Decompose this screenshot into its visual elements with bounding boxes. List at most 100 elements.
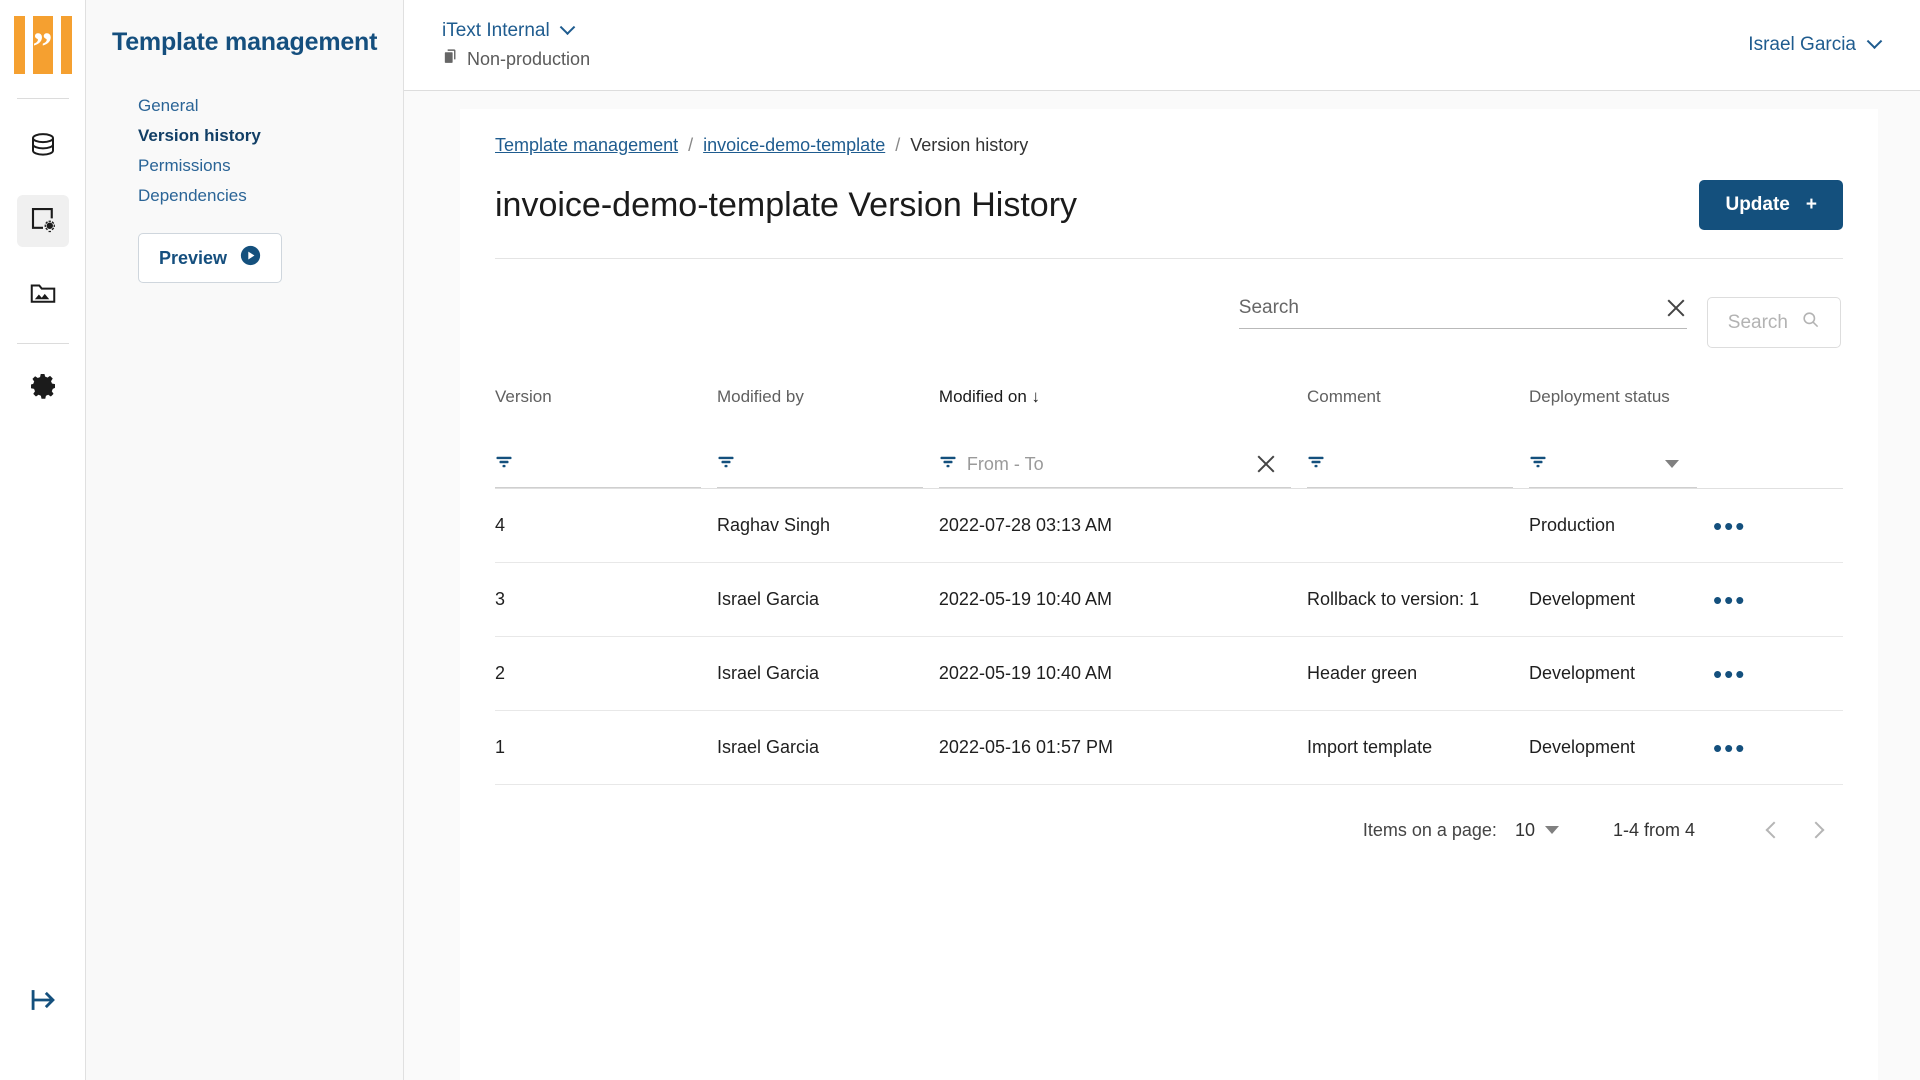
column-header-actions	[1713, 386, 1843, 441]
filter-cell-comment	[1307, 441, 1529, 489]
logo-quote-glyph: ”	[32, 24, 53, 69]
filter-cell-deployment-status	[1528, 441, 1713, 489]
preview-button[interactable]: Preview	[138, 233, 283, 283]
app-logo[interactable]: ”	[13, 16, 72, 74]
sidebar-nav: General Version history Permissions Depe…	[86, 91, 403, 211]
date-range-input[interactable]	[966, 453, 1245, 475]
column-header-deployment-status[interactable]: Deployment status	[1529, 386, 1713, 441]
filter-icon[interactable]	[1307, 453, 1325, 476]
table-body: 4 Raghav Singh 2022-07-28 03:13 AM Produ…	[495, 488, 1843, 785]
filter-cell-modified-by	[716, 441, 939, 489]
row-actions-menu[interactable]: •••	[1713, 562, 1843, 637]
column-header-comment[interactable]: Comment	[1307, 386, 1529, 441]
table-row[interactable]: 2 Israel Garcia 2022-05-19 10:40 AM Head…	[495, 636, 1843, 711]
environment-label: Non-production	[467, 48, 591, 69]
filter-icon[interactable]	[939, 453, 957, 476]
cell-modified-by: Israel Garcia	[716, 636, 939, 711]
main-area: iText Internal Non-production Israel Gar…	[404, 0, 1920, 1080]
rail-icon-list	[16, 121, 69, 321]
template-settings-icon	[28, 204, 58, 239]
clear-date-filter-icon[interactable]	[1255, 453, 1273, 475]
cell-comment	[1307, 488, 1529, 563]
cell-modified-by: Israel Garcia	[716, 562, 939, 637]
breadcrumb-link-template[interactable]: invoice-demo-template	[703, 135, 885, 156]
version-history-table: Version Modified by Modified on ↓ Commen…	[495, 386, 1843, 785]
search-button-label: Search	[1727, 311, 1788, 333]
cell-comment: Import template	[1307, 710, 1529, 785]
chevron-left-icon	[1765, 821, 1783, 839]
row-actions-menu[interactable]: •••	[1713, 488, 1843, 563]
content-region: Template management / invoice-demo-templ…	[404, 91, 1920, 1080]
search-row: Search	[495, 297, 1843, 348]
column-header-version[interactable]: Version	[495, 386, 717, 441]
tenant-selector[interactable]: iText Internal	[442, 18, 590, 42]
page-size-value: 10	[1514, 819, 1535, 840]
search-input[interactable]	[1238, 297, 1665, 319]
rail-divider-top	[16, 98, 69, 99]
cell-version: 1	[495, 710, 717, 785]
cell-modified-by: Israel Garcia	[716, 710, 939, 785]
update-button[interactable]: Update +	[1699, 180, 1843, 230]
clear-search-icon[interactable]	[1665, 297, 1687, 319]
status-dropdown-caret-icon[interactable]	[1665, 460, 1680, 468]
page-size-select[interactable]: 10	[1515, 820, 1559, 841]
cell-comment: Rollback to version: 1	[1307, 562, 1529, 637]
breadcrumb-link-template-management[interactable]: Template management	[495, 135, 678, 156]
preview-button-label: Preview	[159, 247, 228, 268]
next-page-button[interactable]	[1795, 809, 1837, 851]
cell-deployment-status: Development	[1528, 636, 1714, 711]
column-header-modified-on-label: Modified on	[938, 387, 1027, 406]
rail-item-database[interactable]	[17, 121, 69, 173]
cell-modified-on: 2022-05-19 10:40 AM	[938, 562, 1308, 637]
rail-item-assets[interactable]	[17, 269, 69, 321]
top-bar: iText Internal Non-production Israel Gar…	[404, 0, 1920, 91]
copy-pages-icon	[442, 48, 459, 70]
column-header-modified-on[interactable]: Modified on ↓	[939, 386, 1307, 441]
content-card: Template management / invoice-demo-templ…	[460, 109, 1878, 1080]
filter-icon[interactable]	[495, 453, 513, 476]
sidebar-item-version-history[interactable]: Version history	[138, 121, 403, 151]
search-icon	[1801, 310, 1820, 335]
sidebar-item-general[interactable]: General	[138, 91, 403, 121]
search-button[interactable]: Search	[1706, 297, 1841, 348]
cell-version: 3	[495, 562, 717, 637]
filter-cell-version	[495, 441, 717, 489]
play-circle-icon	[240, 245, 261, 271]
column-header-modified-by[interactable]: Modified by	[717, 386, 939, 441]
table-filter-row	[495, 441, 1843, 489]
cell-deployment-status: Development	[1528, 710, 1714, 785]
table-row[interactable]: 4 Raghav Singh 2022-07-28 03:13 AM Produ…	[495, 488, 1843, 563]
chevron-down-icon	[1544, 826, 1559, 834]
pagination-range: 1-4 from 4	[1612, 819, 1695, 840]
rail-expand-button[interactable]	[0, 983, 85, 1022]
filter-icon[interactable]	[717, 453, 735, 476]
pagination: Items on a page: 10 1-4 from 4	[495, 809, 1843, 851]
table-row[interactable]: 3 Israel Garcia 2022-05-19 10:40 AM Roll…	[495, 562, 1843, 637]
filter-cell-actions	[1713, 441, 1843, 489]
row-actions-menu[interactable]: •••	[1713, 636, 1843, 711]
page-title: invoice-demo-template Version History	[495, 185, 1078, 224]
items-per-page-label: Items on a page:	[1362, 819, 1497, 840]
environment-indicator: Non-production	[442, 48, 590, 70]
rail-divider-bottom	[16, 343, 69, 344]
template-sidebar: Template management General Version hist…	[86, 0, 404, 1080]
expand-sidebar-icon	[26, 983, 60, 1022]
cell-modified-by: Raghav Singh	[716, 488, 939, 563]
chevron-right-icon	[1807, 821, 1825, 839]
rail-item-templates[interactable]	[16, 195, 69, 247]
user-menu[interactable]: Israel Garcia	[1748, 32, 1883, 56]
sort-descending-icon: ↓	[1031, 387, 1041, 406]
breadcrumb-separator: /	[688, 135, 694, 155]
chevron-down-icon	[1866, 32, 1883, 49]
previous-page-button[interactable]	[1753, 809, 1795, 851]
sidebar-item-dependencies[interactable]: Dependencies	[138, 181, 403, 211]
table-header-row: Version Modified by Modified on ↓ Commen…	[495, 386, 1843, 441]
breadcrumb-separator: /	[895, 135, 901, 155]
row-actions-menu[interactable]: •••	[1713, 710, 1843, 785]
filter-icon[interactable]	[1529, 453, 1547, 476]
sidebar-item-permissions[interactable]: Permissions	[138, 151, 403, 181]
image-folder-icon	[28, 278, 58, 313]
page-header-row: invoice-demo-template Version History Up…	[495, 180, 1843, 259]
rail-item-settings[interactable]	[17, 362, 69, 414]
table-row[interactable]: 1 Israel Garcia 2022-05-16 01:57 PM Impo…	[495, 710, 1843, 785]
